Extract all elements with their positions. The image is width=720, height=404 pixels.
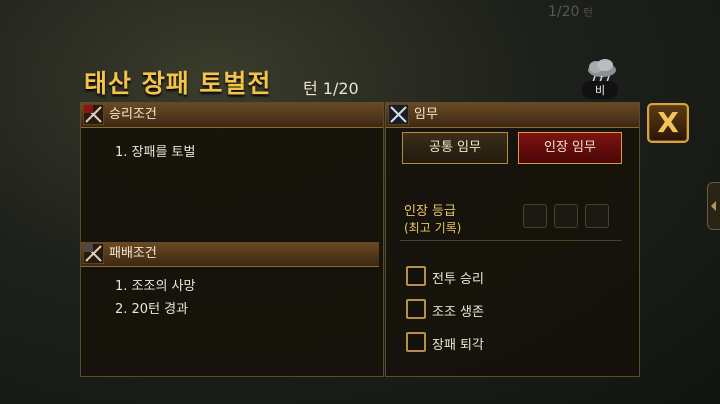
list-item: 1. 장패를 토벌 <box>115 145 196 160</box>
defeat-list: 1. 조조의 사망 2. 20턴 경과 <box>115 275 195 321</box>
turn-indicator: 턴 1/20 <box>303 79 359 98</box>
mission-check-label: 조조 생존 <box>432 305 484 320</box>
seal-grade-slot <box>585 204 609 228</box>
conditions-panel: 승리조건 1. 장패를 토벌 패배조건 1. 조조의 사망 2. 20턴 경과 <box>80 102 384 377</box>
tab-common-mission[interactable]: 공통 임무 <box>402 132 508 164</box>
close-button[interactable]: X <box>647 103 689 143</box>
seal-grade-slot <box>523 204 547 228</box>
page-title: 태산 장패 토벌전 <box>84 69 272 98</box>
seal-grade-sublabel: (최고 기록) <box>404 221 462 235</box>
mission-check-label: 장패 퇴각 <box>432 338 484 353</box>
side-expand-tab[interactable] <box>707 182 720 230</box>
mission-checkbox[interactable] <box>406 299 426 319</box>
mission-header-label: 임무 <box>414 107 438 122</box>
victory-header-label: 승리조건 <box>109 107 157 122</box>
defeat-header: 패배조건 <box>81 242 379 267</box>
crossed-swords-icon <box>388 104 409 125</box>
tab-seal-mission[interactable]: 인장 임무 <box>518 132 622 164</box>
background-turn-counter: 1/20 턴 <box>548 4 593 20</box>
seal-grade-label: 인장 등급 <box>404 204 456 219</box>
mission-checkbox[interactable] <box>406 266 426 286</box>
list-item: 1. 조조의 사망 <box>115 279 196 294</box>
close-icon: X <box>657 106 679 139</box>
weather-label: 비 <box>582 81 618 99</box>
victory-header: 승리조건 <box>81 103 383 128</box>
crossed-swords-icon <box>83 104 104 125</box>
seal-grade-slot <box>554 204 578 228</box>
mission-checkbox[interactable] <box>406 332 426 352</box>
divider <box>400 240 622 241</box>
mission-check-label: 전투 승리 <box>432 272 484 287</box>
weather-indicator: 비 <box>582 58 622 102</box>
mission-header: 임무 <box>386 103 639 128</box>
crossed-swords-icon <box>83 243 104 264</box>
defeat-header-label: 패배조건 <box>109 246 157 261</box>
victory-list: 1. 장패를 토벌 <box>115 141 195 164</box>
list-item: 2. 20턴 경과 <box>115 302 189 317</box>
